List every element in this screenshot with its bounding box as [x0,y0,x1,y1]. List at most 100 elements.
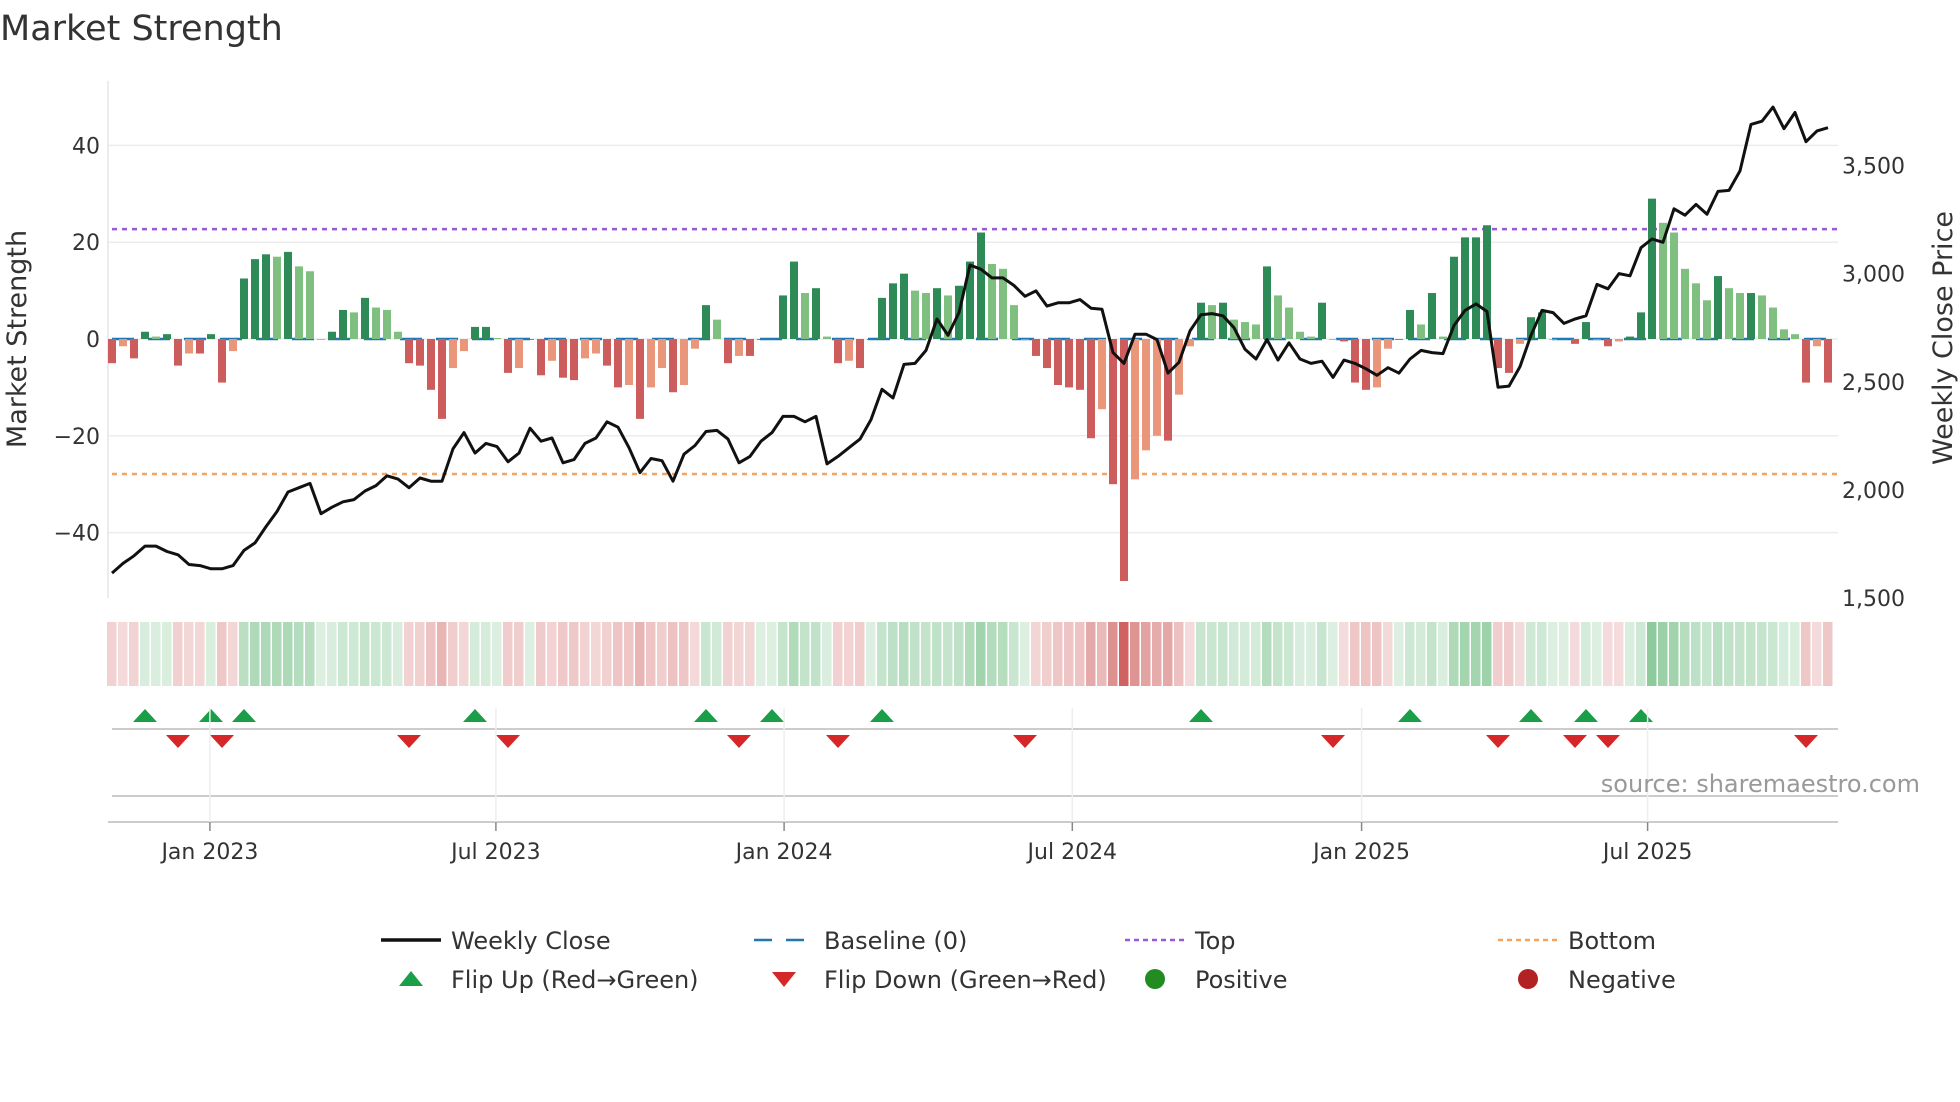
positive-dot-icon [1145,969,1165,989]
heat-cell [1306,622,1316,686]
strength-bar [625,339,633,385]
legend-baseline-label: Baseline (0) [824,927,967,955]
heat-cell [1779,622,1789,686]
legend-bottom-label: Bottom [1568,927,1656,955]
strength-bar [1626,336,1634,339]
strength-bar [801,293,809,339]
heat-cell [470,622,480,686]
strength-bar [1373,339,1381,388]
strength-bar [713,319,721,339]
strength-bar [1208,305,1216,339]
heat-cell [316,622,326,686]
heat-cell [833,622,843,686]
heat-cell [866,622,876,686]
strength-bar [779,295,787,339]
y2-tick-label: 2,500 [1842,371,1905,396]
strength-bar [1824,339,1832,383]
strength-bar [1164,339,1172,441]
heat-cell [1350,622,1360,686]
legend: Weekly Close Baseline (0) Top Bottom Flip Up… [381,927,1676,994]
strength-bar [504,339,512,373]
left-axis-ticks: 40 20 0 −20 −40 [54,134,100,546]
strength-bar [1780,329,1788,339]
heat-cell [503,622,513,686]
legend-negative-label: Negative [1568,966,1676,994]
heat-cell [1812,622,1822,686]
flip-up-marker [1519,709,1543,722]
heat-cell [1647,622,1657,686]
heat-cell [525,622,535,686]
heat-cell [327,622,337,686]
flip-down-marker [1321,735,1345,748]
strength-bar [130,339,138,359]
strength-bar [1109,339,1117,485]
heat-cell [1130,622,1140,686]
heat-cell [272,622,282,686]
heat-cell [1427,622,1437,686]
heat-cell [1119,622,1129,686]
heat-cell [1394,622,1404,686]
x-tick-label: Jan 2023 [159,840,258,865]
heat-cell [1460,622,1470,686]
strength-bar [1571,339,1579,344]
strength-bar [1516,339,1524,344]
strength-bar [1362,339,1370,390]
strength-bar [229,339,237,352]
flip-up-marker [694,709,718,722]
strength-bar [1329,339,1337,340]
heat-cell [569,622,579,686]
heat-cell [1064,622,1074,686]
heat-cell [1658,622,1668,686]
heat-cell [1262,622,1272,686]
heat-cell [1218,622,1228,686]
strength-bar [1439,336,1447,339]
strength-bar [658,339,666,369]
strength-bar [680,339,688,385]
strength-bar [691,339,699,349]
strength-bar [1725,288,1733,339]
strength-bar [284,251,292,339]
strength-bar [251,259,259,339]
heat-cell [965,622,975,686]
heat-cell [1449,622,1459,686]
strength-bar [1802,339,1810,383]
flip-down-marker [496,735,520,748]
heat-cell [1471,622,1481,686]
strength-bar [262,254,270,339]
y2-tick-label: 1,500 [1842,587,1905,612]
heat-cell [481,622,491,686]
heat-cell [151,622,161,686]
heat-cell [679,622,689,686]
heat-cell [976,622,986,686]
strength-bar [900,273,908,339]
strength-bar [735,339,743,356]
flip-down-marker [727,735,751,748]
heat-cell [1823,622,1833,686]
heat-cell [767,622,777,686]
strength-bar [757,339,765,340]
strength-bar [405,339,413,364]
strength-bar [812,288,820,339]
strength-bar [1065,339,1073,388]
heat-cell [514,622,524,686]
heat-cell [129,622,139,686]
strength-bar [911,290,919,339]
x-tick-label: Jul 2025 [1601,840,1693,865]
strength-bar [603,339,611,366]
strength-bar [1120,339,1128,581]
strength-bar [867,339,875,340]
flip-up-marker [199,709,223,722]
strength-bar [548,339,556,361]
heat-cell [591,622,601,686]
strength-bar [1098,339,1106,410]
y2-axis-label: Weekly Close Price [1928,211,1959,465]
heat-cell [910,622,920,686]
strength-bar [515,339,523,369]
strength-bar [1681,268,1689,339]
strength-bar [1263,266,1271,339]
heat-cell [613,622,623,686]
strength-bar [1131,339,1139,480]
heat-cell [1141,622,1151,686]
flip-up-marker [870,709,894,722]
strength-bar [1032,339,1040,356]
